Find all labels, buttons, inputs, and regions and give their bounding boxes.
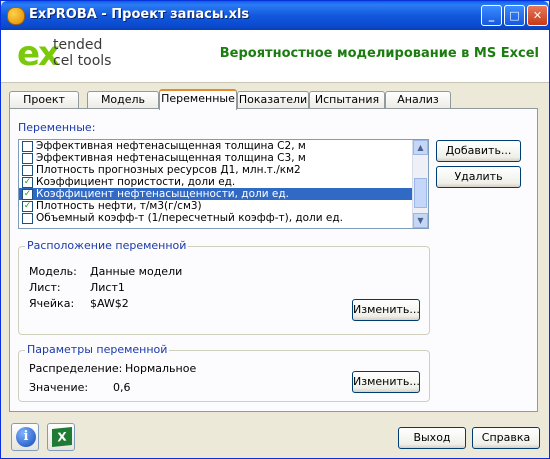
checkbox[interactable]: [22, 153, 33, 164]
list-item[interactable]: Объемный коэфф-т (1/пересчетный коэфф-т)…: [19, 212, 412, 224]
info-icon: i: [16, 427, 36, 447]
tab-project[interactable]: Проект: [9, 91, 79, 108]
variables-list[interactable]: Эффективная нефтенасыщенная толщина С2, …: [18, 139, 429, 229]
list-scrollbar[interactable]: ▲ ▼: [412, 140, 428, 228]
header-banner: ex tended cel tools Вероятностное модели…: [1, 30, 549, 83]
tab-variables[interactable]: Переменные: [159, 89, 237, 110]
app-window: ExPROBA - Проект запасы.xls _ □ ✕ ex ten…: [0, 0, 550, 459]
params-group-title: Параметры переменной: [25, 343, 170, 356]
list-item[interactable]: Плотность прогнозных ресурсов Д1, млн.т.…: [19, 164, 412, 176]
tab-indicators[interactable]: Показатели: [237, 91, 309, 108]
list-item[interactable]: ✓ Коэффициент пористости, доли ед.: [19, 176, 412, 188]
excel-button[interactable]: X: [47, 423, 75, 451]
list-item-label: Плотность нефти, т/м3(г/см3): [36, 200, 202, 212]
distribution-value: Нормальное: [125, 362, 197, 375]
header-slogan: Вероятностное моделирование в MS Excel: [219, 46, 539, 61]
arrow-down-icon: ▼: [417, 216, 424, 225]
list-item-selected[interactable]: ✓ Коэффициент нефтенасыщенности, доли ед…: [19, 188, 412, 200]
list-item[interactable]: Эффективная нефтенасыщенная толщина С3, …: [19, 152, 412, 164]
checkbox[interactable]: [22, 141, 33, 152]
tab-model[interactable]: Модель: [87, 91, 159, 108]
list-item[interactable]: ✓ Плотность нефти, т/м3(г/см3): [19, 200, 412, 212]
change-location-button[interactable]: Изменить...: [352, 299, 420, 321]
sheet-label: Лист:: [29, 281, 61, 294]
value-value: 0,6: [113, 381, 131, 394]
minimize-button[interactable]: _: [481, 5, 502, 26]
checkbox-checked[interactable]: ✓: [22, 201, 33, 212]
checkbox[interactable]: [22, 165, 33, 176]
list-item-label: Эффективная нефтенасыщенная толщина С3, …: [36, 152, 306, 164]
checkbox-checked[interactable]: ✓: [22, 177, 33, 188]
list-item-label: Эффективная нефтенасыщенная толщина С2, …: [36, 140, 306, 152]
list-item-label: Коэффициент пористости, доли ед.: [36, 176, 236, 188]
distribution-label: Распределение:: [29, 362, 123, 375]
close-icon: ✕: [532, 9, 543, 22]
scroll-thumb[interactable]: [414, 178, 427, 208]
logo-line1: tended: [53, 37, 103, 53]
logo-line2: cel tools: [53, 53, 112, 69]
exit-button[interactable]: Выход: [398, 427, 466, 449]
tab-analysis[interactable]: Анализ: [385, 91, 451, 108]
tab-trials[interactable]: Испытания: [309, 91, 385, 108]
value-label: Значение:: [29, 381, 89, 394]
maximize-icon: □: [509, 9, 520, 22]
location-group: Расположение переменной Модель: Данные м…: [18, 239, 430, 335]
minimize-icon: _: [488, 9, 495, 22]
list-item[interactable]: Эффективная нефтенасыщенная толщина С2, …: [19, 140, 412, 152]
help-button[interactable]: Справка: [472, 427, 540, 449]
list-item-label: Коэффициент нефтенасыщенности, доли ед.: [36, 188, 289, 200]
change-params-button[interactable]: Изменить...: [352, 371, 420, 393]
window-title: ExPROBA - Проект запасы.xls: [29, 7, 250, 22]
app-icon: [7, 7, 25, 25]
model-value: Данные модели: [90, 265, 183, 278]
title-bar[interactable]: ExPROBA - Проект запасы.xls _ □ ✕: [1, 1, 549, 30]
delete-variable-button[interactable]: Удалить: [436, 166, 521, 188]
scroll-up-button[interactable]: ▲: [413, 140, 428, 155]
variables-label: Переменные:: [18, 121, 96, 134]
model-label: Модель:: [29, 265, 77, 278]
checkbox[interactable]: [22, 213, 33, 224]
maximize-button[interactable]: □: [504, 5, 525, 26]
list-item-label: Объемный коэфф-т (1/пересчетный коэфф-т)…: [36, 212, 343, 224]
location-group-title: Расположение переменной: [25, 239, 189, 252]
cell-value: $AW$2: [90, 297, 129, 310]
arrow-up-icon: ▲: [417, 143, 424, 152]
logo-ex: ex: [17, 34, 60, 74]
info-button[interactable]: i: [11, 423, 39, 451]
excel-icon: X: [52, 426, 72, 448]
sheet-value: Лист1: [90, 281, 125, 294]
list-item-label: Плотность прогнозных ресурсов Д1, млн.т.…: [36, 164, 301, 176]
checkbox-checked[interactable]: ✓: [22, 189, 33, 200]
params-group: Параметры переменной Распределение: Норм…: [18, 343, 430, 402]
variables-panel: Переменные: Эффективная нефтенасыщенная …: [9, 108, 538, 412]
scroll-down-button[interactable]: ▼: [413, 213, 428, 228]
cell-label: Ячейка:: [29, 297, 75, 310]
close-button[interactable]: ✕: [527, 5, 548, 26]
add-variable-button[interactable]: Добавить...: [436, 140, 521, 162]
